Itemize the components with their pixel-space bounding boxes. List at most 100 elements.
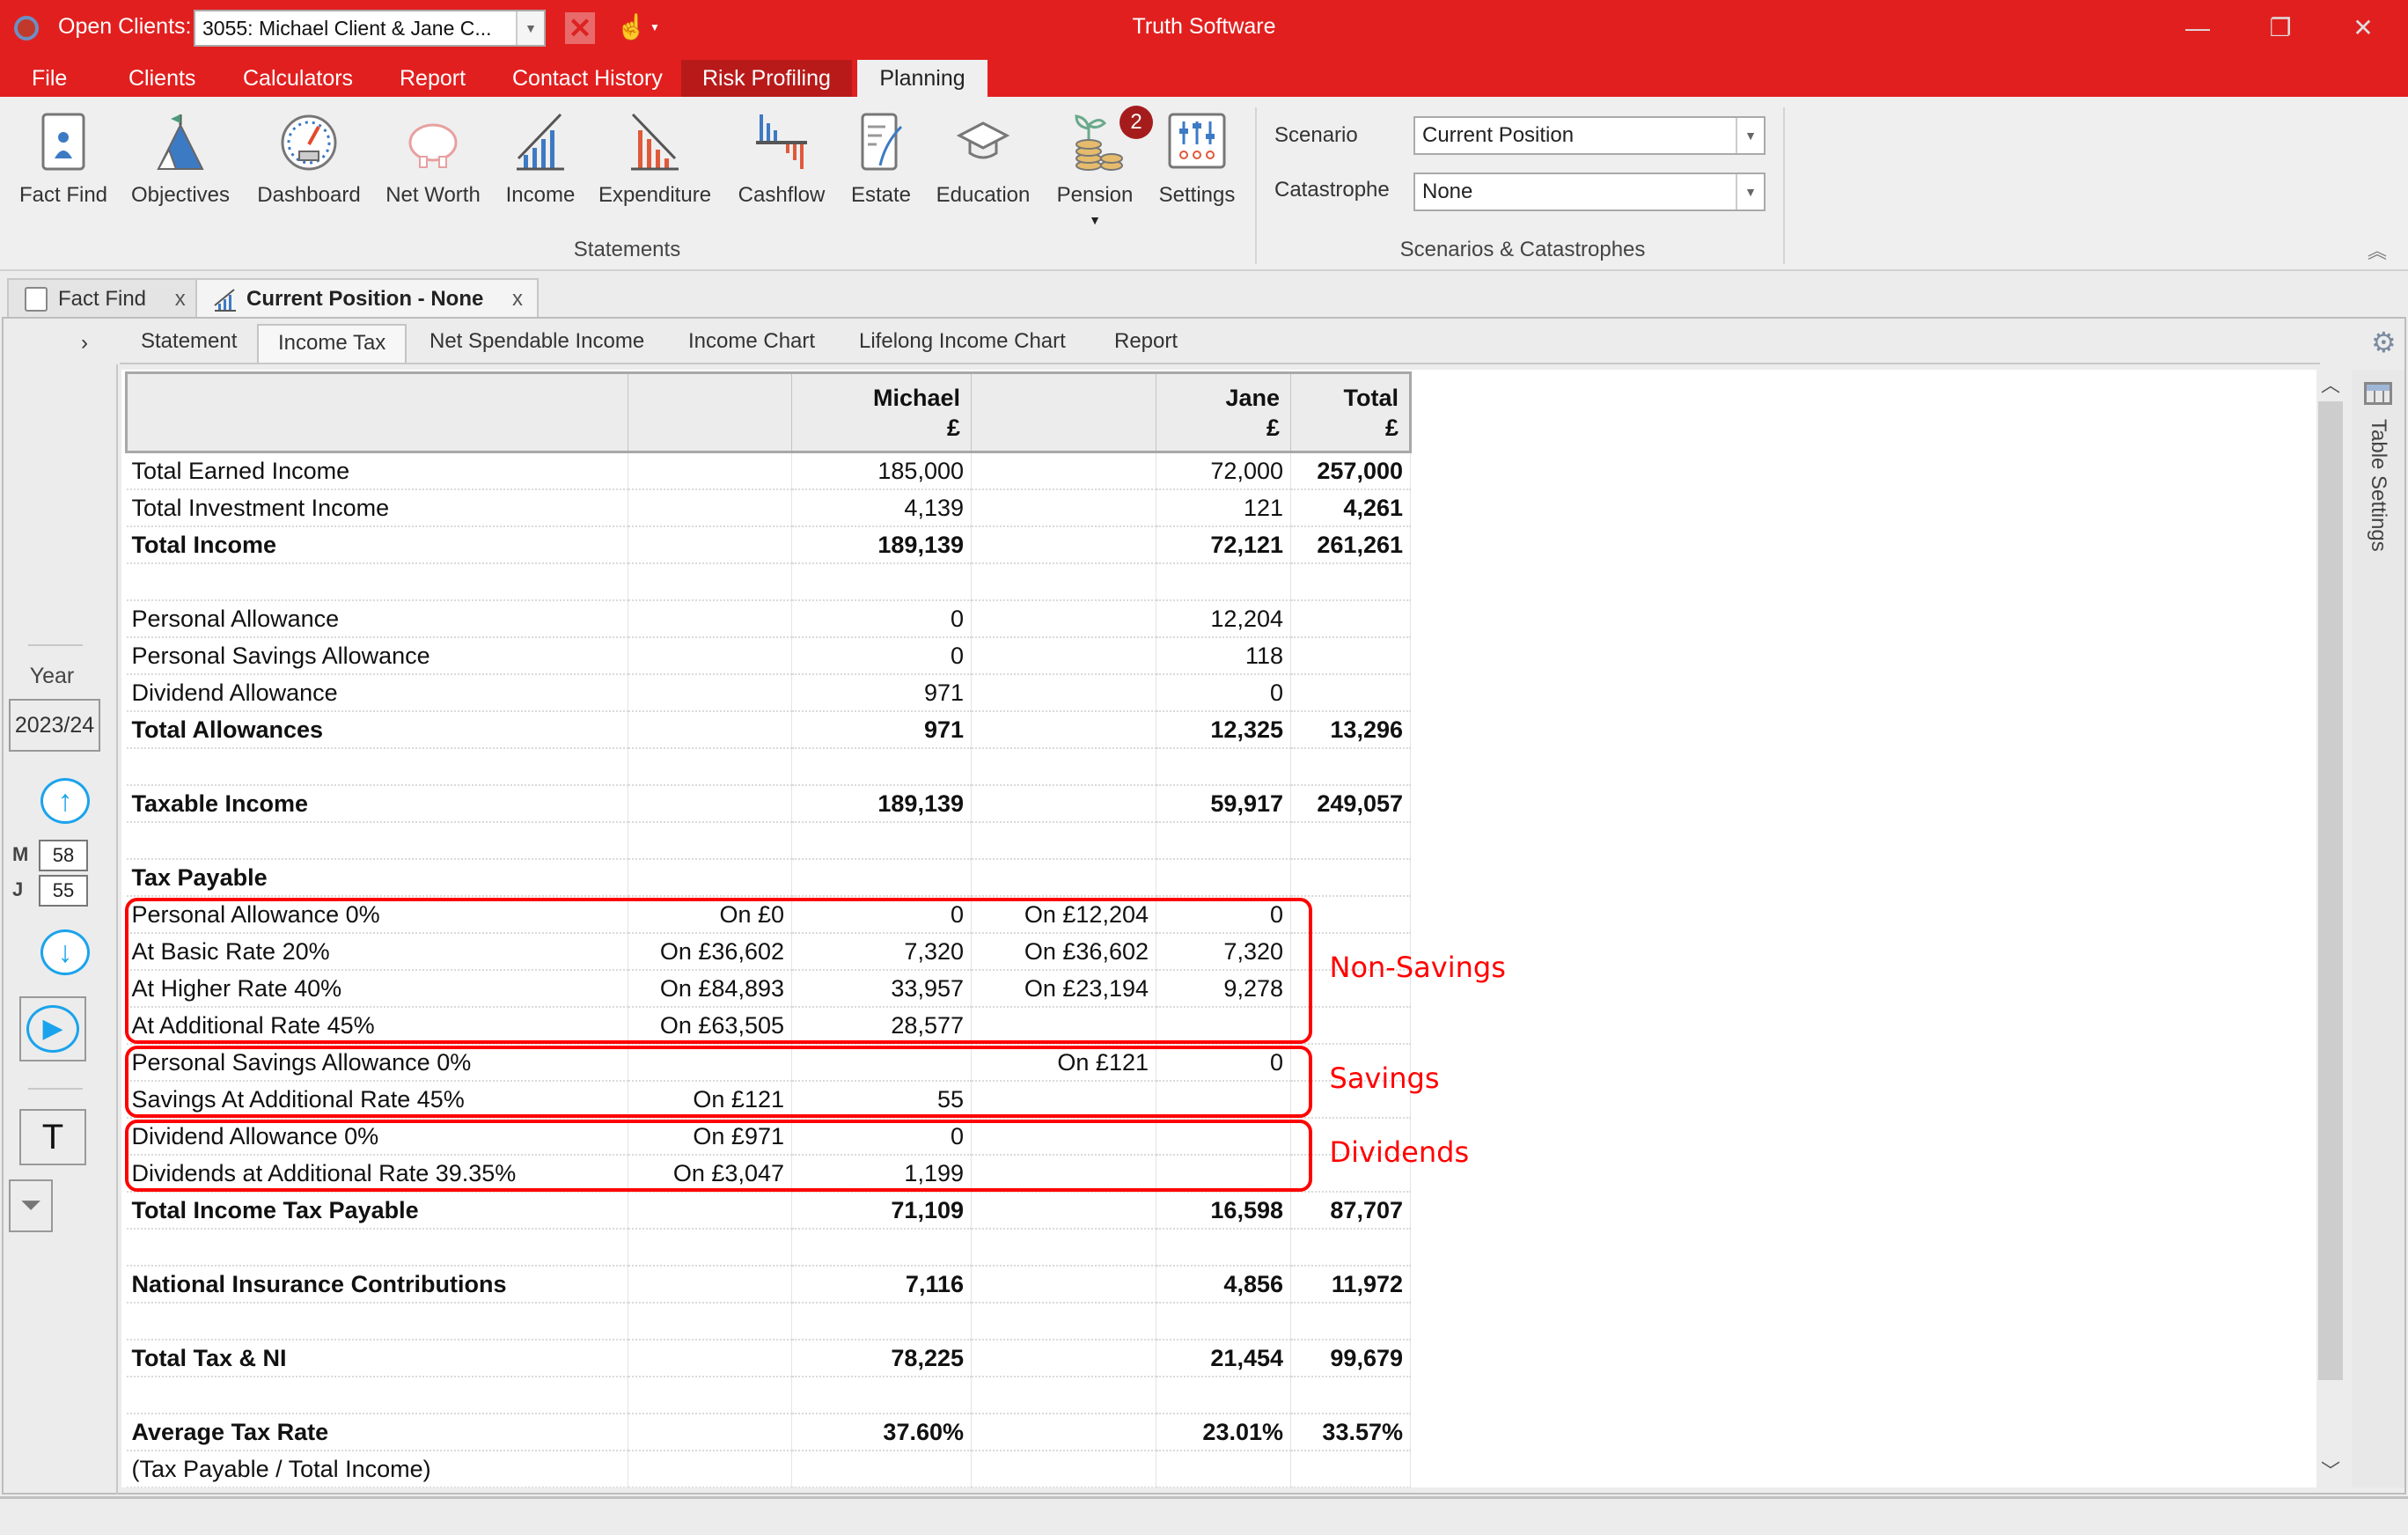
close-tab-icon[interactable]: x [512,287,523,311]
cell-jane-basis [971,1081,1156,1119]
chevron-down-icon[interactable]: ▼ [1047,213,1142,227]
cell-michael-basis [628,674,792,712]
cell-row-label: Dividend Allowance [126,674,628,712]
ribbon-label: Pension [1056,183,1134,207]
ribbon: Fact Find Objectives Dashboard Net Worth… [0,97,2408,271]
ribbon-group-label: Statements [573,238,681,261]
chevron-down-icon[interactable]: ▼ [516,11,544,45]
table-settings-panel[interactable]: Table Settings [2352,370,2404,1487]
cell-row-label: Total Investment Income [126,489,628,527]
cell-michael-basis [628,859,792,897]
cell-jane-basis [971,1007,1156,1045]
menu-tab-calculators[interactable]: Calculators [222,60,374,97]
subtab-income-chart[interactable]: Income Chart [669,324,834,363]
cell-row-label: Average Tax Rate [126,1414,628,1451]
ribbon-fact-find-button[interactable]: Fact Find [12,106,114,229]
ribbon-settings-button[interactable]: Settings [1153,106,1241,229]
cell-michael-basis: On £121 [628,1081,792,1119]
gear-icon[interactable]: ⚙ [2371,326,2397,359]
cell-total-amount [1290,896,1411,934]
ribbon-estate-button[interactable]: Estate [841,106,921,229]
year-up-button[interactable]: ↑ [40,778,90,824]
open-client-select[interactable]: 3055: Michael Client & Jane C... ▼ [194,10,546,47]
menu-tab-risk-profiling[interactable]: Risk Profiling [681,60,852,97]
cell-row-label: Personal Allowance [126,600,628,638]
scroll-up-icon[interactable]: ︿ [2316,370,2345,401]
doc-tab-current-position[interactable]: Current Position - None x [195,278,540,320]
text-toggle-button[interactable]: T [19,1109,86,1165]
scroll-thumb[interactable] [2318,401,2343,1380]
ribbon-education-button[interactable]: Education [929,106,1037,229]
cell-total-amount: 99,679 [1290,1340,1411,1377]
cell-row-label: Dividend Allowance 0% [126,1118,628,1156]
age-field-michael[interactable]: 58 [39,840,88,871]
cell-michael-amount [791,859,972,897]
cell-jane-basis [971,637,1156,675]
touch-hand-icon[interactable]: ☝ [616,12,647,41]
cell-total-amount [1290,563,1411,601]
collapse-ribbon-icon[interactable]: ︽ [2368,236,2387,264]
cell-michael-amount: 7,320 [791,933,972,971]
ribbon-expenditure-button[interactable]: Expenditure [595,106,715,229]
header-michael: Michael £ [791,371,972,453]
cell-total-amount: 11,972 [1290,1266,1411,1304]
cell-jane-amount [1156,1303,1291,1340]
ribbon-label: Cashflow [738,183,826,207]
subtab-statement[interactable]: Statement [121,324,256,363]
menu-tab-clients[interactable]: Clients [107,60,217,97]
cell-michael-basis: On £36,602 [628,933,792,971]
sidebar-expand-icon[interactable]: › [81,331,88,356]
ribbon-income-button[interactable]: Income [496,106,584,229]
year-value[interactable]: 2023/24 [9,699,100,752]
close-window-button[interactable]: ✕ [2332,7,2394,49]
chevron-down-icon[interactable]: ▼ [1736,118,1764,153]
year-label: Year [29,664,75,688]
minimize-button[interactable]: — [2167,7,2228,49]
subtab-report[interactable]: Report [1095,324,1197,363]
cell-jane-amount [1156,1451,1291,1487]
scenario-select[interactable]: Current Position ▼ [1413,116,1766,155]
ribbon-dashboard-button[interactable]: Dashboard [248,106,370,229]
catastrophe-select[interactable]: None ▼ [1413,173,1766,211]
cell-jane-basis [971,563,1156,601]
ribbon-pension-button[interactable]: Pension ▼ 2 [1047,106,1153,229]
menu-tab-report[interactable]: Report [378,60,487,97]
chevron-down-icon[interactable]: ▼ [1736,174,1764,209]
close-client-icon[interactable]: ✕ [565,12,595,44]
table-row: Personal Savings Allowance 0% On £121 0 [126,1044,1411,1082]
content-panel: › Statement Income Tax Net Spendable Inc… [2,317,2406,1495]
cell-jane-amount [1156,563,1291,601]
table-row: Savings At Additional Rate 45% On £121 55 [126,1081,1411,1119]
cell-michael-amount [791,748,972,786]
income-chart-icon [510,111,571,173]
cell-michael-basis [628,748,792,786]
menu-tab-file[interactable]: File [11,60,88,97]
chevron-down-icon[interactable]: ▼ [650,21,660,33]
cell-jane-amount: 59,917 [1156,785,1291,823]
doc-tab-fact-find[interactable]: Fact Find x [7,278,202,319]
cell-total-amount: 13,296 [1290,711,1411,749]
cell-jane-amount [1156,748,1291,786]
play-button[interactable]: ▶ [19,996,86,1061]
ribbon-net-worth-button[interactable]: Net Worth [382,106,484,229]
filter-icon[interactable]: ⏷ [9,1179,53,1232]
age-field-jane[interactable]: 55 [39,875,88,907]
menu-tab-contact-history[interactable]: Contact History [491,60,684,97]
year-down-button[interactable]: ↓ [40,929,90,975]
scroll-down-icon[interactable]: ﹀ [2316,1456,2345,1487]
ribbon-cashflow-button[interactable]: Cashflow [730,106,833,229]
restore-button[interactable]: ❐ [2250,7,2311,49]
vertical-scrollbar[interactable]: ︿ ﹀ [2316,370,2345,1487]
subtab-lifelong-income-chart[interactable]: Lifelong Income Chart [840,324,1085,363]
cell-row-label [126,563,628,601]
menu-tab-planning[interactable]: Planning [857,60,987,97]
subtab-income-tax[interactable]: Income Tax [257,324,407,364]
cell-jane-amount [1156,1229,1291,1267]
cell-jane-basis [971,1451,1156,1487]
ribbon-objectives-button[interactable]: Objectives [127,106,234,229]
table-row: Total Investment Income 4,139 121 4,261 [126,489,1411,527]
close-tab-icon[interactable]: x [175,287,186,311]
cell-total-amount [1290,748,1411,786]
ribbon-label: Net Worth [385,183,481,207]
subtab-net-spendable-income[interactable]: Net Spendable Income [410,324,664,363]
